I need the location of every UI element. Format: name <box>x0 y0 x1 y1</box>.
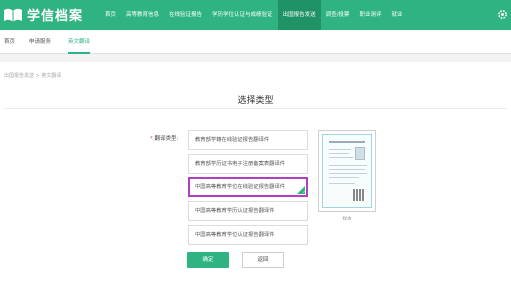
tab-english-translation[interactable]: 英文翻译 <box>68 30 91 54</box>
nav-item-career-assessment[interactable]: 职业测评 <box>354 0 386 30</box>
nav-item-online-verification[interactable]: 在线验证报告 <box>164 0 207 30</box>
confirm-button[interactable]: 确定 <box>187 252 229 268</box>
option-degree-certification-report[interactable]: 中国高等教育学位认证报告翻译件 <box>188 225 308 245</box>
breadcrumb: 出国报告发送 > 英文翻译 <box>4 73 62 79</box>
required-mark: * <box>150 136 153 142</box>
nav-item-degree-certification[interactable]: 学历学位认证与成绩验证 <box>207 0 278 30</box>
tab-apply-service[interactable]: 申请服务 <box>29 30 51 54</box>
translation-type-label-text: 翻译类型: <box>154 136 179 142</box>
nav-item-higher-education-info[interactable]: 高等教育信息 <box>121 0 164 30</box>
gear-icon[interactable] <box>497 9 508 20</box>
preview-caption: 样本 <box>342 217 352 222</box>
option-label: 中国高等教育学位在线验证报告翻译件 <box>195 184 286 190</box>
tab-home[interactable]: 首页 <box>4 30 15 54</box>
nav-item-survey-vote[interactable]: 调查/投票 <box>321 0 355 30</box>
sub-navigation: 首页 申请服务 英文翻译 <box>0 30 511 54</box>
main-nav: 首页 高等教育信息 在线验证报告 学历学位认证与成绩验证 出国报告发送 调查/投… <box>100 0 407 30</box>
logo-text: 学信档案 <box>27 9 84 24</box>
divider <box>4 108 507 109</box>
book-logo-icon <box>4 8 22 22</box>
translation-type-label: * 翻译类型: <box>150 134 178 142</box>
nav-item-employment[interactable]: 就业 <box>386 0 407 30</box>
back-button[interactable]: 返回 <box>242 252 284 268</box>
nav-item-home[interactable]: 首页 <box>100 0 121 30</box>
option-diploma-certification-report[interactable]: 中国高等教育学历认证报告翻译件 <box>188 201 308 221</box>
option-student-status-report[interactable]: 教育部学籍在线验证报告翻译件 <box>188 130 308 150</box>
top-navigation-bar: 学信档案 首页 高等教育信息 在线验证报告 学历学位认证与成绩验证 出国报告发送… <box>0 0 511 30</box>
logo[interactable]: 学信档案 <box>3 5 83 24</box>
checkmark-icon: ✓ <box>302 189 306 194</box>
option-diploma-registration-form[interactable]: 教育部学历证书电子注册备案表翻译件 <box>188 154 308 174</box>
nav-item-overseas-report[interactable]: 出国报告发送 <box>277 0 321 30</box>
page-title: 选择类型 <box>237 96 274 106</box>
sample-document-preview[interactable] <box>318 130 376 212</box>
sample-document-image <box>322 134 372 208</box>
option-degree-verification-report[interactable]: 中国高等教育学位在线验证报告翻译件 ✓ <box>188 177 308 197</box>
